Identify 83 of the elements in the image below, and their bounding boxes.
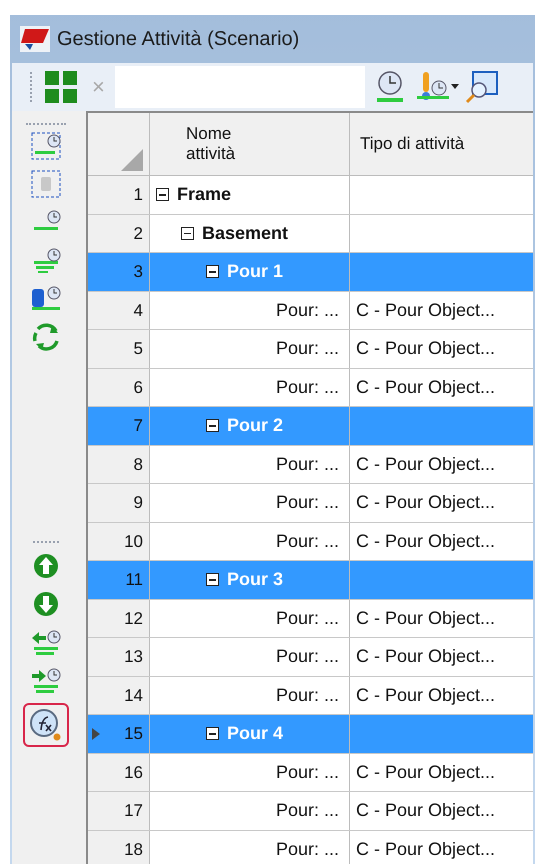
- activity-name: Pour: ...: [276, 530, 339, 553]
- activity-name: Frame: [177, 183, 232, 206]
- row-header[interactable]: 15: [88, 715, 150, 752]
- activity-name: Pour 2: [227, 414, 284, 438]
- activity-name: Pour: ...: [276, 337, 339, 360]
- activity-name: Pour: ...: [276, 452, 339, 476]
- row-header[interactable]: 1: [88, 176, 150, 214]
- row-header[interactable]: 8: [88, 446, 150, 483]
- activity-type: C - Pour Object...: [355, 799, 496, 822]
- activity-name: Pour 4: [227, 722, 284, 746]
- row-number: 1: [134, 184, 143, 206]
- clock-icon[interactable]: [374, 70, 405, 104]
- activity-type: C - Pour Object...: [355, 684, 496, 707]
- activity-name: Basement: [202, 222, 288, 245]
- row-number: 9: [134, 492, 143, 514]
- activity-name: Pour: ...: [276, 491, 339, 514]
- activity-name: Pour: ...: [276, 760, 339, 784]
- row-header[interactable]: 4: [88, 292, 150, 329]
- row-number: 14: [124, 684, 143, 706]
- row-header[interactable]: 2: [88, 214, 150, 252]
- dropdown-caret-icon[interactable]: [450, 84, 459, 90]
- row-header[interactable]: 12: [88, 600, 150, 637]
- row-header[interactable]: 9: [88, 484, 150, 522]
- column-header[interactable]: Nome attività: [150, 113, 350, 175]
- selection-cube-icon[interactable]: [30, 169, 62, 199]
- row-header[interactable]: 18: [88, 830, 150, 864]
- activity-name: Pour: ...: [276, 645, 339, 668]
- app-logo-icon: [19, 25, 51, 53]
- row-number: 15: [124, 723, 143, 745]
- grid-view-icon[interactable]: [44, 70, 78, 104]
- activity-name: Pour: ...: [276, 298, 339, 322]
- row-header[interactable]: 10: [88, 522, 150, 560]
- activity-type: C - Pour Object...: [355, 376, 496, 399]
- row-number: 12: [124, 608, 143, 630]
- formula-search-button[interactable]: [23, 703, 69, 747]
- row-number: 16: [124, 762, 143, 784]
- row-header[interactable]: 17: [88, 792, 150, 830]
- row-header[interactable]: 16: [88, 754, 150, 791]
- window-title: Gestione Attività (Scenario): [57, 27, 300, 52]
- activity-type: C - Pour Object...: [355, 530, 496, 553]
- activity-name: Pour 1: [227, 260, 284, 284]
- row-header[interactable]: 11: [88, 561, 150, 598]
- activity-type: C - Pour Object...: [355, 838, 496, 861]
- activity-name: Pour: ...: [276, 799, 339, 822]
- row-number: 17: [124, 800, 143, 822]
- activity-type: C - Pour Object...: [355, 606, 496, 630]
- activity-type: C - Pour Object...: [355, 760, 496, 784]
- row-number: 6: [134, 376, 143, 398]
- activity-name: Pour 3: [227, 568, 284, 592]
- row-number: 5: [134, 338, 143, 360]
- row-number: 2: [134, 222, 143, 244]
- collapse-toggle[interactable]: [206, 265, 219, 278]
- column-header[interactable]: Tipo di attività: [350, 113, 533, 175]
- collapse-toggle[interactable]: [206, 419, 219, 432]
- row-number: 8: [134, 454, 143, 476]
- row-header[interactable]: 14: [88, 676, 150, 714]
- activity-name: Pour: ...: [276, 684, 339, 707]
- row-number: 4: [134, 300, 143, 322]
- activity-type: C - Pour Object...: [355, 491, 496, 514]
- row-number: 3: [134, 261, 143, 283]
- row-number: 7: [134, 415, 143, 437]
- row-header[interactable]: 13: [88, 638, 150, 676]
- collapse-toggle[interactable]: [181, 226, 194, 240]
- collapse-toggle[interactable]: [206, 727, 219, 740]
- row-header[interactable]: 7: [88, 407, 150, 444]
- collapse-toggle[interactable]: [206, 573, 219, 586]
- row-header[interactable]: 3: [88, 253, 150, 290]
- row-header[interactable]: 6: [88, 368, 150, 406]
- activity-type: C - Pour Object...: [355, 337, 496, 360]
- row-number: 11: [125, 569, 143, 591]
- search-window-icon[interactable]: [464, 70, 499, 104]
- selection-clock-icon[interactable]: [30, 131, 62, 161]
- row-number: 18: [124, 838, 143, 860]
- row-number: 13: [124, 646, 143, 668]
- activity-type: C - Pour Object...: [355, 298, 496, 322]
- activity-name: Pour: ...: [276, 838, 339, 861]
- activity-name: Pour: ...: [276, 606, 339, 630]
- collapse-toggle[interactable]: [156, 188, 169, 202]
- row-number: 10: [124, 530, 143, 552]
- activity-type: C - Pour Object...: [355, 452, 496, 476]
- activity-type: C - Pour Object...: [355, 645, 496, 668]
- activity-name: Pour: ...: [276, 376, 339, 399]
- row-header[interactable]: 5: [88, 330, 150, 368]
